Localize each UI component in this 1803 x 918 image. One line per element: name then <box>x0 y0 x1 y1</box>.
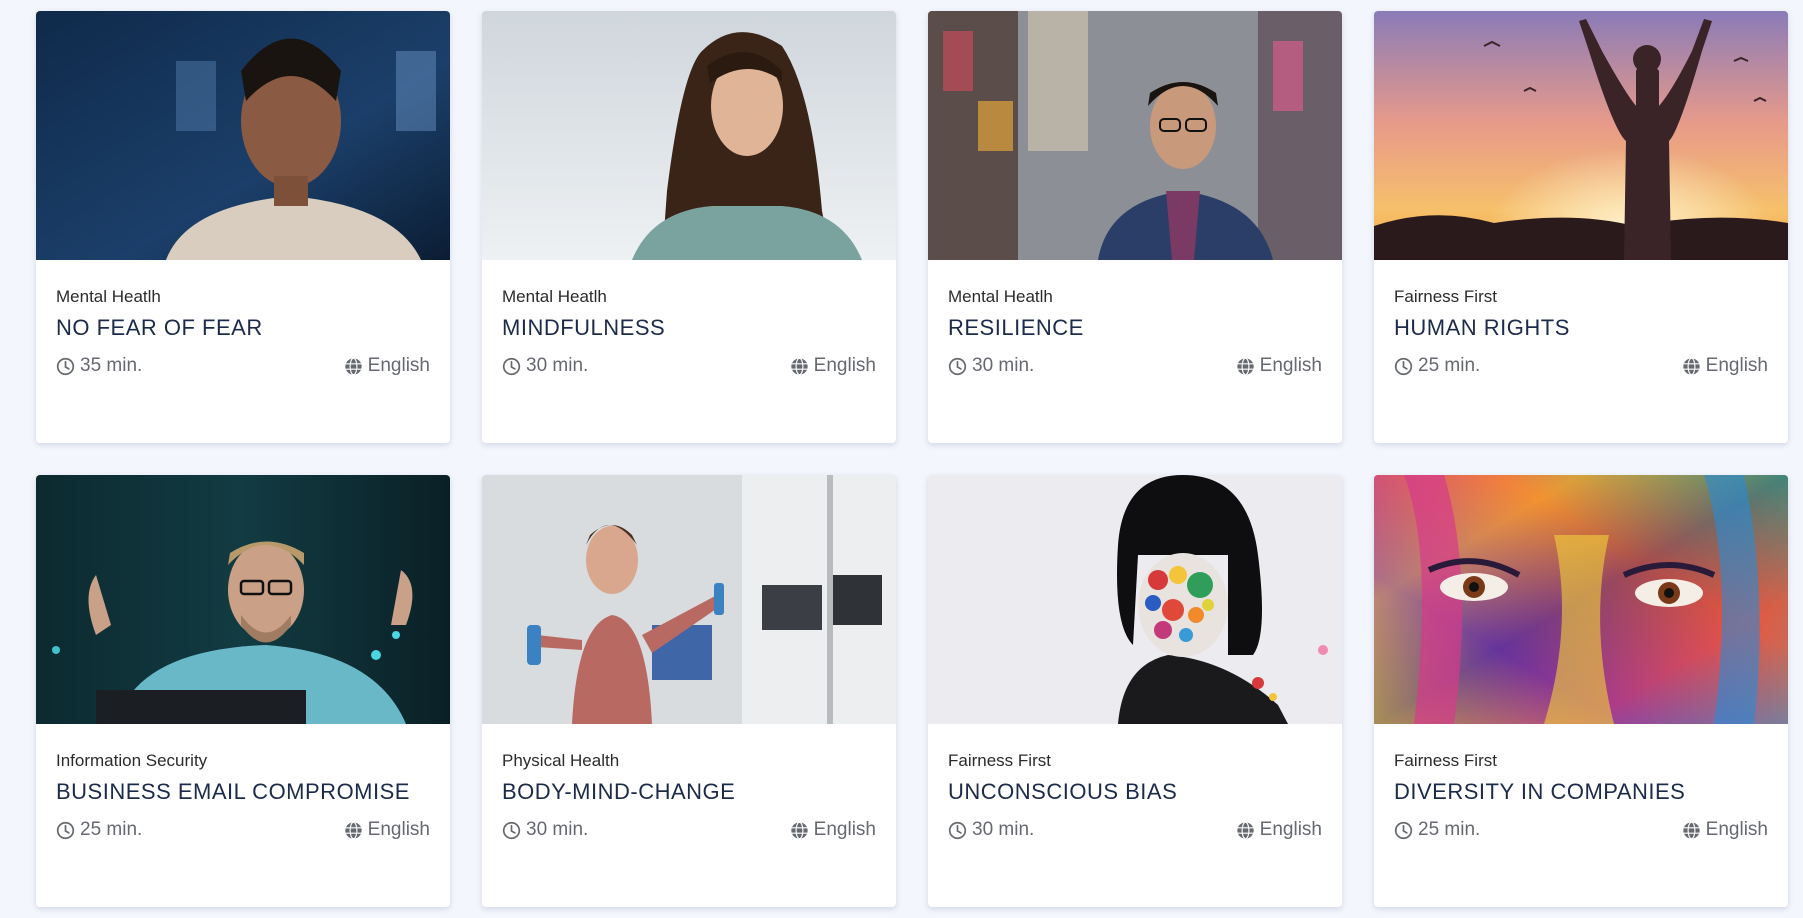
language-text: English <box>1259 819 1322 840</box>
course-language: English <box>1236 355 1322 377</box>
globe-icon <box>1237 357 1254 375</box>
course-duration: 25 min. <box>1394 819 1480 841</box>
course-title[interactable]: UNCONSCIOUS BIAS <box>948 778 1322 806</box>
course-title[interactable]: MINDFULNESS <box>502 314 876 342</box>
globe-icon <box>1683 357 1700 375</box>
globe-icon <box>1237 821 1254 839</box>
course-category: Information Security <box>56 751 208 770</box>
duration-text: 30 min. <box>526 355 589 376</box>
clock-icon <box>502 357 521 375</box>
duration-text: 35 min. <box>80 355 143 376</box>
course-language: English <box>344 819 430 841</box>
clock-icon <box>56 821 75 839</box>
course-image <box>1374 475 1788 724</box>
language-text: English <box>1259 355 1322 376</box>
course-language: English <box>344 355 430 377</box>
course-category: Mental Heatlh <box>56 287 161 306</box>
course-card[interactable]: Fairness First HUMAN RIGHTS 25 min. Engl… <box>1374 11 1788 443</box>
course-card[interactable]: Fairness First DIVERSITY IN COMPANIES 25… <box>1374 475 1788 907</box>
course-duration: 25 min. <box>56 819 142 841</box>
language-text: English <box>367 355 430 376</box>
language-text: English <box>367 819 430 840</box>
course-duration: 30 min. <box>948 355 1034 377</box>
course-image <box>482 475 896 724</box>
course-category: Mental Heatlh <box>948 287 1053 306</box>
course-duration: 35 min. <box>56 355 142 377</box>
clock-icon <box>1394 821 1413 839</box>
course-duration: 30 min. <box>502 819 588 841</box>
course-category: Fairness First <box>948 751 1051 770</box>
language-text: English <box>1705 819 1768 840</box>
course-card[interactable]: Mental Heatlh RESILIENCE 30 min. English <box>928 11 1342 443</box>
course-category: Fairness First <box>1394 287 1497 306</box>
clock-icon <box>56 357 75 375</box>
course-image <box>36 11 450 260</box>
course-card[interactable]: Physical Health BODY-MIND-CHANGE 30 min.… <box>482 475 896 907</box>
course-category: Physical Health <box>502 751 620 770</box>
globe-icon <box>1683 821 1700 839</box>
duration-text: 30 min. <box>526 819 589 840</box>
clock-icon <box>1394 357 1413 375</box>
duration-text: 25 min. <box>1418 355 1481 376</box>
clock-icon <box>948 357 967 375</box>
course-image <box>482 11 896 260</box>
course-image <box>1374 11 1788 260</box>
globe-icon <box>345 821 362 839</box>
clock-icon <box>948 821 967 839</box>
language-text: English <box>1705 355 1768 376</box>
duration-text: 30 min. <box>972 819 1035 840</box>
course-duration: 30 min. <box>502 355 588 377</box>
globe-icon <box>791 357 808 375</box>
course-language: English <box>1682 355 1768 377</box>
duration-text: 25 min. <box>80 819 143 840</box>
duration-text: 25 min. <box>1418 819 1481 840</box>
course-image <box>928 475 1342 724</box>
course-language: English <box>790 819 876 841</box>
course-duration: 30 min. <box>948 819 1034 841</box>
course-category: Fairness First <box>1394 751 1497 770</box>
course-card[interactable]: Information Security BUSINESS EMAIL COMP… <box>36 475 450 907</box>
course-card[interactable]: Mental Heatlh NO FEAR OF FEAR 35 min. En… <box>36 11 450 443</box>
language-text: English <box>813 355 876 376</box>
course-language: English <box>1682 819 1768 841</box>
course-title[interactable]: NO FEAR OF FEAR <box>56 314 430 342</box>
course-duration: 25 min. <box>1394 355 1480 377</box>
globe-icon <box>791 821 808 839</box>
course-title[interactable]: RESILIENCE <box>948 314 1322 342</box>
course-image <box>928 11 1342 260</box>
course-title[interactable]: HUMAN RIGHTS <box>1394 314 1768 342</box>
globe-icon <box>345 357 362 375</box>
course-card[interactable]: Fairness First UNCONSCIOUS BIAS 30 min. … <box>928 475 1342 907</box>
course-title[interactable]: BUSINESS EMAIL COMPROMISE <box>56 778 430 806</box>
course-image <box>36 475 450 724</box>
course-title[interactable]: DIVERSITY IN COMPANIES <box>1394 778 1768 806</box>
clock-icon <box>502 821 521 839</box>
course-category: Mental Heatlh <box>502 287 607 306</box>
course-language: English <box>1236 819 1322 841</box>
duration-text: 30 min. <box>972 355 1035 376</box>
course-card[interactable]: Mental Heatlh MINDFULNESS 30 min. Englis… <box>482 11 896 443</box>
course-grid: Mental Heatlh NO FEAR OF FEAR 35 min. En… <box>36 11 1789 907</box>
language-text: English <box>813 819 876 840</box>
course-title[interactable]: BODY-MIND-CHANGE <box>502 778 876 806</box>
course-language: English <box>790 355 876 377</box>
